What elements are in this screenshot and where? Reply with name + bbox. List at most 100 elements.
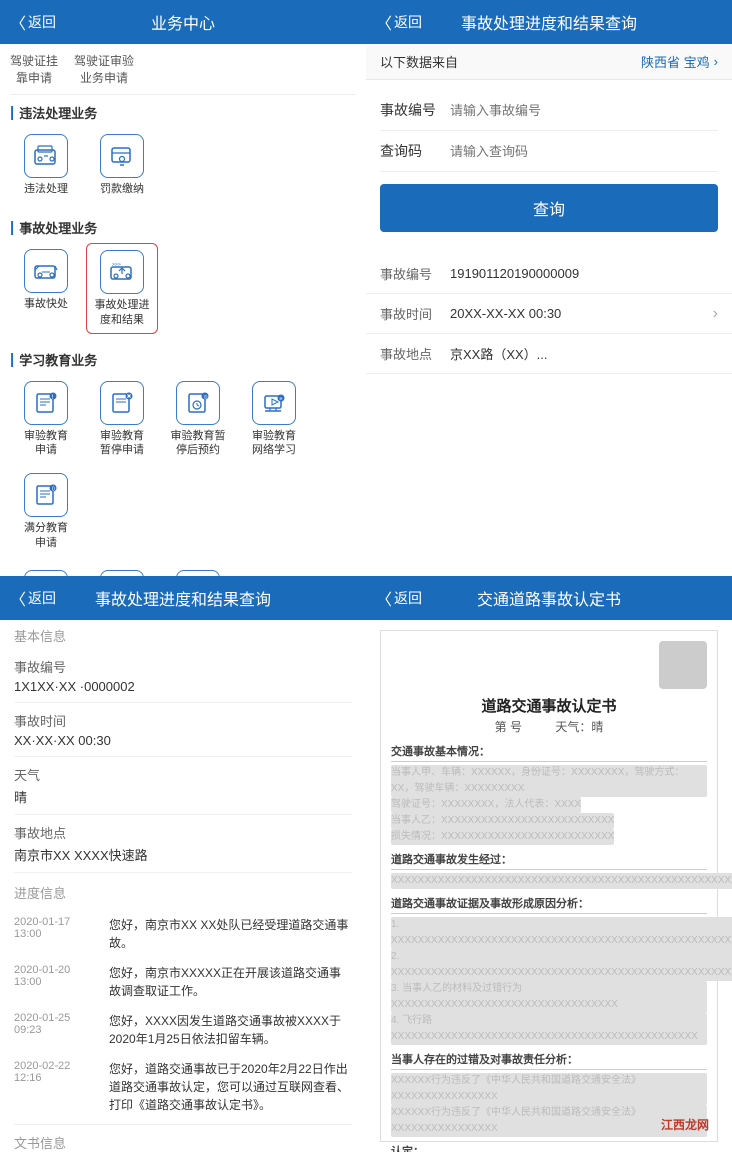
q4-cert-sub-title: 第 号 天气：晴 [391, 718, 707, 735]
q2-result-time-arrow-icon: › [713, 305, 718, 323]
q3-accident-detail: 〈 返回 事故处理进度和结果查询 基本信息 事故编号 1X1XX·XX ·000… [0, 576, 366, 1152]
icon-wifachuili[interactable]: 违法处理 [10, 128, 82, 202]
q4-cert-section-0-line-1: 驾驶证号：XXXXXXXX，法人代表：XXXX [391, 797, 707, 813]
q3-accident-number-row: 事故编号 1X1XX·XX ·0000002 [14, 649, 352, 703]
icon-manfenjiaoy2[interactable]: 满分教育暂停申请 [10, 564, 82, 576]
icon-shigukuaichu[interactable]: 事故快处 [10, 243, 82, 334]
q3-progress-time-1: 2020-01-17 13:00 [14, 916, 99, 952]
q4-cert-section-3: 当事人存在的过错及对事故责任分析： XXXXXX行为违反了《中华人民共和国道路交… [391, 1051, 707, 1137]
icon-grid-xuexijiaoy: ! 审验教育申请 审验教育暂停申请 [10, 375, 356, 564]
q4-cert-section-1: 道路交通事故发生经过： XXXXXXXXXXXXXXXXXXXXXXXXXXXX… [391, 851, 707, 889]
shenyanjiaoy1-icon: ! [32, 389, 60, 417]
q1-title: 业务中心 [151, 10, 215, 34]
q4-cert-section-2-line-3: 4. 飞行路XXXXXXXXXXXXXXXXXXXXXXXXXXXXXXXXXX… [391, 1013, 707, 1045]
q1-content: 驾驶证挂靠申请 驾驶证审验业务申请 违法处理业务 [0, 44, 366, 576]
q2-top-bar: 〈 返回 事故处理进度和结果查询 [366, 0, 732, 44]
svg-text:≡: ≡ [280, 396, 283, 402]
q3-progress-time-2: 2020-01-20 13:00 [14, 964, 99, 1000]
q4-cert-section-0-line-2: 当事人乙：XXXXXXXXXXXXXXXXXXXXXXXXXX [391, 813, 707, 829]
q3-accident-time-label: 事故时间 [14, 711, 352, 730]
icon-label-fakuanjiaona: 罚款缴纳 [100, 182, 144, 196]
shenyanjiaoy2-icon [108, 389, 136, 417]
icon-shenyanjiaoy2[interactable]: 审验教育暂停申请 [86, 375, 158, 464]
q2-result-accident-location-row: 事故地点 京XX路（XX）... [366, 334, 732, 374]
q1-back-button[interactable]: 〈 返回 [10, 10, 56, 34]
q4-cert-section-2-line-2: 3. 当事人乙的材料及过错行为XXXXXXXXXXXXXXXXXXXXXXXXX… [391, 981, 707, 1013]
q3-accident-number-label: 事故编号 [14, 657, 352, 676]
q2-form-section: 事故编号 查询码 查询 [366, 80, 732, 254]
q2-accident-number-input[interactable] [450, 103, 718, 118]
icon-grid-shiguchuili: 事故快处 >>> 事故处理进 度和结果 [10, 243, 356, 342]
q3-back-chevron-icon: 〈 [10, 586, 26, 610]
icon-box-shenyanjiaoy1: ! [24, 381, 68, 425]
q2-result-accident-location-value: 京XX路（XX）... [450, 344, 718, 363]
manfenjiaoy1-icon: 0 [32, 481, 60, 509]
q3-location-label: 事故地点 [14, 823, 352, 842]
q4-cert-section-1-title: 道路交通事故发生经过： [391, 851, 707, 870]
q2-result-accident-number-value: 191901120190000009 [450, 266, 718, 281]
q3-back-button[interactable]: 〈 返回 [10, 586, 56, 610]
icon-shenyanjiaoy4[interactable]: ≡ 审验教育网络学习 [238, 375, 310, 464]
q4-cert-section-0: 交通事故基本情况： 当事人甲、车辆：XXXXXX，身份证号：XXXXXXXX，驾… [391, 743, 707, 845]
top-link-jiahu[interactable]: 驾驶证挂靠申请 [10, 52, 58, 86]
q3-accident-number-value: 1X1XX·XX ·0000002 [14, 679, 352, 694]
icon-label-shigukuaichu: 事故快处 [24, 297, 68, 311]
q4-cert-section-2-line-1: 2. XXXXXXXXXXXXXXXXXXXXXXXXXXXXXXXXXXXXX… [391, 949, 707, 981]
top-links: 驾驶证挂靠申请 驾驶证审验业务申请 [10, 44, 356, 95]
q2-result-accident-number-row: 事故编号 191901120190000009 [366, 254, 732, 294]
q4-back-chevron-icon: 〈 [376, 586, 392, 610]
q4-cert-container: 道路交通事故认定书 第 号 天气：晴 交通事故基本情况： 当事人甲、车辆：XXX… [380, 630, 718, 1142]
q3-progress-section: 进度信息 2020-01-17 13:00 您好，南京市XX XX处队已经受理道… [14, 877, 352, 1120]
q2-accident-number-row: 事故编号 [380, 90, 718, 131]
q2-result-accident-time-row[interactable]: 事故时间 20XX-XX-XX 00:30 › [366, 294, 732, 334]
q4-back-button[interactable]: 〈 返回 [376, 586, 422, 610]
q4-cert-section-0-line-3: 损失情况：XXXXXXXXXXXXXXXXXXXXXXXXXX [391, 829, 707, 845]
icon-fakuanjiaona[interactable]: 罚款缴纳 [86, 128, 158, 202]
q2-query-code-row: 查询码 [380, 131, 718, 172]
svg-text:0: 0 [52, 487, 55, 493]
q2-query-button[interactable]: 查询 [380, 184, 718, 232]
fakuanjiaona-icon [108, 142, 136, 170]
q2-location-value[interactable]: 陕西省 宝鸡 › [641, 52, 718, 71]
q3-accident-time-row: 事故时间 XX·XX·XX 00:30 [14, 703, 352, 757]
q2-result-accident-location-label: 事故地点 [380, 344, 450, 363]
icon-manfenjiaoy3[interactable]: 满分教育暂停后预约 [86, 564, 158, 576]
q3-doc-section-title: 文书信息 [14, 1124, 352, 1152]
q2-query-code-label: 查询码 [380, 141, 450, 161]
icon-shenyanjiaoy1[interactable]: ! 审验教育申请 [10, 375, 82, 464]
q4-cert-section-4: 认定： XXXXXXX负此次道路交通事故XXXXXXXXXXXXXXX责任 XX… [391, 1143, 707, 1152]
shenyanjiaoy4-icon: ≡ [260, 389, 288, 417]
q3-basic-info-title: 基本信息 [14, 620, 352, 649]
q2-location-prefix: 以下数据来自 [380, 52, 458, 71]
top-link-shenyan[interactable]: 驾驶证审验业务申请 [74, 52, 134, 86]
icon-manfenjiaoy1[interactable]: 0 满分教育申请 [10, 467, 82, 556]
svg-text:⊙: ⊙ [204, 394, 208, 400]
icon-grid-wifachu: 违法处理 罚款缴纳 [10, 128, 356, 210]
icon-box-shenyanjiaoy4: ≡ [252, 381, 296, 425]
q4-title: 交通道路事故认定书 [477, 586, 621, 610]
q3-progress-title: 进度信息 [14, 877, 352, 910]
icon-grid-manfenjiaoy: 满分教育暂停申请 满分教育暂停后预约 [10, 564, 356, 576]
q2-back-chevron-icon: 〈 [376, 10, 392, 34]
q3-weather-value: 晴 [14, 787, 352, 806]
q3-top-bar: 〈 返回 事故处理进度和结果查询 [0, 576, 366, 620]
icon-manfenjiaoy4[interactable]: 满分教育网络学习 [162, 564, 234, 576]
q3-progress-item-1: 2020-01-17 13:00 您好，南京市XX XX处队已经受理道路交通事故… [14, 910, 352, 958]
icon-label-manfenjiaoy1: 满分教育申请 [24, 521, 68, 550]
q2-back-button[interactable]: 〈 返回 [376, 10, 422, 34]
q2-query-code-input[interactable] [450, 144, 718, 159]
section-header-wifachu: 违法处理业务 [10, 95, 356, 128]
q3-progress-item-3: 2020-01-25 09:23 您好，XXXX因发生道路交通事故被XXXX于2… [14, 1006, 352, 1054]
icon-box-shigujindu: >>> [100, 250, 144, 294]
icon-box-fakuanjiaona [100, 134, 144, 178]
icon-shigujindu[interactable]: >>> 事故处理进 度和结果 [86, 243, 158, 334]
q3-progress-text-2: 您好，南京市XXXXX正在开展该道路交通事故调查取证工作。 [109, 964, 352, 1000]
q3-weather-label: 天气 [14, 765, 352, 784]
icon-label-shenyanjiaoy3: 审验教育暂停后预约 [171, 429, 226, 458]
q4-cert-section-0-title: 交通事故基本情况： [391, 743, 707, 762]
q2-result-accident-time-value: 20XX-XX-XX 00:30 [450, 306, 713, 321]
q4-cert-section-3-line-1: XXXXXX行为违反了《中华人民共和国道路交通安全法》XXXXXXXXXXXXX… [391, 1105, 707, 1137]
q4-accident-cert: 〈 返回 交通道路事故认定书 道路交通事故认定书 第 号 天气：晴 交通事故基本… [366, 576, 732, 1152]
icon-label-wifachuili: 违法处理 [24, 182, 68, 196]
icon-shenyanjiaoy3[interactable]: ⊙ 审验教育暂停后预约 [162, 375, 234, 464]
